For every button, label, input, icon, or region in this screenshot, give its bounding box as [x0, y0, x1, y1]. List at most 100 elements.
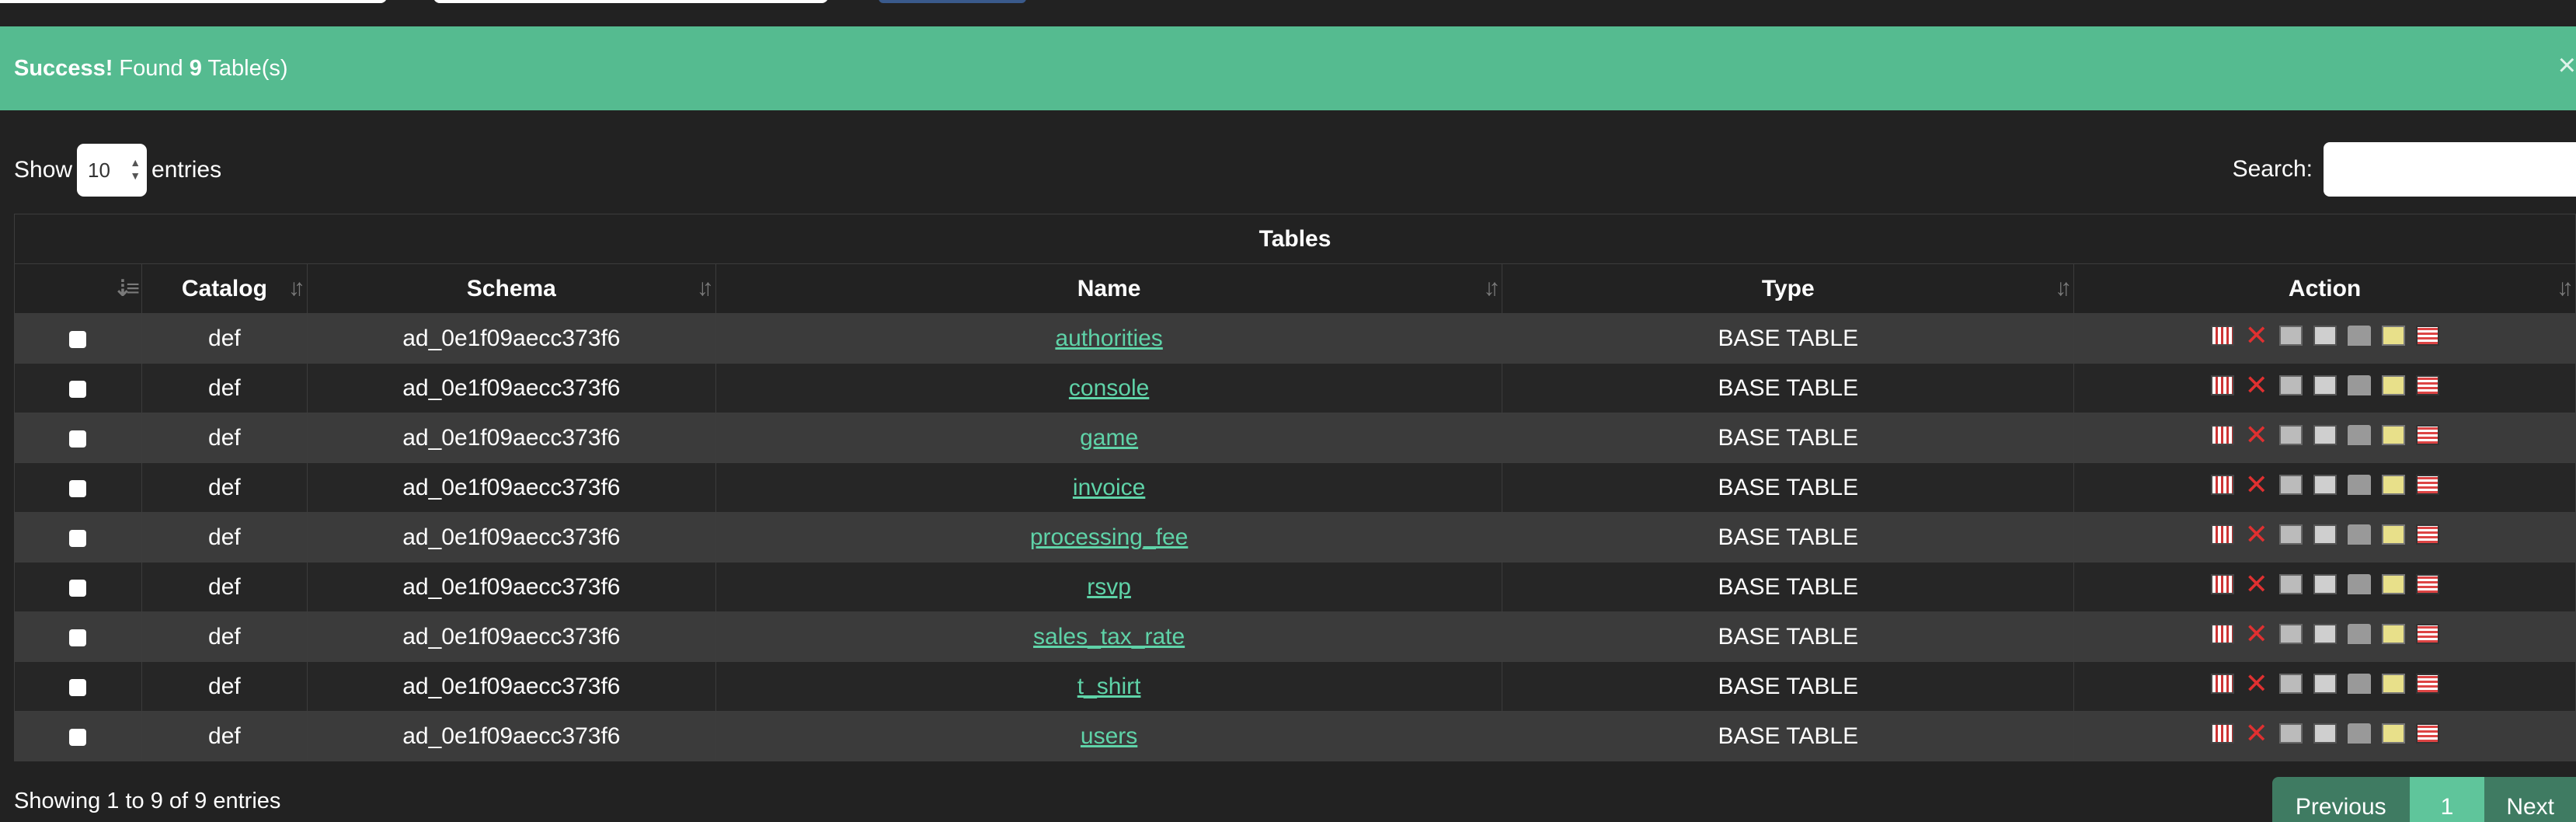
empty-icon[interactable]: [2381, 673, 2405, 694]
browse-icon[interactable]: [2210, 325, 2234, 346]
top-input-right[interactable]: [433, 0, 828, 3]
table-name-link[interactable]: sales_tax_rate: [1033, 624, 1185, 650]
previous-button[interactable]: Previous: [2271, 777, 2410, 822]
drop-icon[interactable]: ✕: [2245, 371, 2268, 399]
structure-icon[interactable]: [2278, 524, 2303, 545]
table-name-link[interactable]: processing_fee: [1030, 524, 1188, 550]
browse-icon[interactable]: [2210, 623, 2234, 644]
structure-icon[interactable]: [2278, 623, 2303, 644]
browse-icon[interactable]: [2210, 524, 2234, 545]
table-name-link[interactable]: users: [1081, 723, 1137, 749]
drop-icon[interactable]: ✕: [2245, 569, 2268, 597]
select-all-header[interactable]: ⇣≡: [14, 263, 142, 314]
empty-icon[interactable]: [2381, 424, 2405, 445]
header-type[interactable]: Type ↓↑: [1502, 263, 2075, 314]
row-checkbox[interactable]: [69, 380, 87, 398]
insert-icon[interactable]: [2347, 474, 2371, 495]
insert-icon[interactable]: [2347, 424, 2371, 445]
table-name-link[interactable]: rsvp: [1087, 574, 1131, 600]
drop-icon[interactable]: ✕: [2245, 520, 2268, 548]
close-icon[interactable]: ×: [2558, 50, 2576, 81]
sort-icon[interactable]: ↓↑: [288, 275, 305, 301]
insert-icon[interactable]: [2347, 325, 2371, 346]
export-icon[interactable]: [2415, 623, 2439, 644]
export-icon[interactable]: [2415, 673, 2439, 694]
empty-icon[interactable]: [2381, 474, 2405, 495]
row-checkbox[interactable]: [69, 430, 87, 448]
browse-icon[interactable]: [2210, 374, 2234, 395]
table-name-link[interactable]: t_shirt: [1077, 674, 1141, 699]
search-icon[interactable]: [2313, 374, 2337, 395]
search-icon[interactable]: [2313, 474, 2337, 495]
insert-icon[interactable]: [2347, 524, 2371, 545]
drop-icon[interactable]: ✕: [2245, 619, 2268, 647]
sort-icon[interactable]: ⇣≡: [113, 275, 140, 302]
sort-icon[interactable]: ↓↑: [697, 275, 714, 301]
structure-icon[interactable]: [2278, 474, 2303, 495]
header-name[interactable]: Name ↓↑: [715, 263, 1503, 314]
browse-icon[interactable]: [2210, 424, 2234, 445]
top-input-left[interactable]: [0, 0, 387, 3]
drop-icon[interactable]: ✕: [2245, 470, 2268, 498]
drop-icon[interactable]: ✕: [2245, 321, 2268, 349]
search-icon[interactable]: [2313, 623, 2337, 644]
insert-icon[interactable]: [2347, 673, 2371, 694]
browse-icon[interactable]: [2210, 573, 2234, 594]
structure-icon[interactable]: [2278, 723, 2303, 744]
search-icon[interactable]: [2313, 524, 2337, 545]
search-icon[interactable]: [2313, 673, 2337, 694]
search-input[interactable]: [2324, 142, 2576, 197]
row-checkbox[interactable]: [69, 678, 87, 696]
row-checkbox[interactable]: [69, 728, 87, 746]
header-catalog[interactable]: Catalog ↓↑: [141, 263, 308, 314]
table-name-link[interactable]: invoice: [1073, 475, 1145, 500]
sort-icon[interactable]: ↓↑: [1483, 275, 1500, 301]
structure-icon[interactable]: [2278, 374, 2303, 395]
entries-select[interactable]: 10 ▲ ▼: [77, 144, 148, 197]
insert-icon[interactable]: [2347, 374, 2371, 395]
empty-icon[interactable]: [2381, 325, 2405, 346]
header-schema[interactable]: Schema ↓↑: [306, 263, 716, 314]
sort-icon[interactable]: ↓↑: [2557, 275, 2574, 301]
row-checkbox[interactable]: [69, 529, 87, 547]
export-icon[interactable]: [2415, 325, 2439, 346]
header-action[interactable]: Action ↓↑: [2073, 263, 2576, 314]
browse-icon[interactable]: [2210, 474, 2234, 495]
page-button[interactable]: 1: [2409, 777, 2485, 822]
export-icon[interactable]: [2415, 424, 2439, 445]
table-name-link[interactable]: game: [1080, 425, 1138, 451]
structure-icon[interactable]: [2278, 424, 2303, 445]
row-checkbox[interactable]: [69, 330, 87, 348]
row-checkbox[interactable]: [69, 579, 87, 597]
empty-icon[interactable]: [2381, 374, 2405, 395]
empty-icon[interactable]: [2381, 524, 2405, 545]
row-checkbox[interactable]: [69, 479, 87, 497]
structure-icon[interactable]: [2278, 673, 2303, 694]
export-icon[interactable]: [2415, 524, 2439, 545]
export-icon[interactable]: [2415, 474, 2439, 495]
browse-icon[interactable]: [2210, 723, 2234, 744]
empty-icon[interactable]: [2381, 723, 2405, 744]
search-icon[interactable]: [2313, 424, 2337, 445]
structure-icon[interactable]: [2278, 325, 2303, 346]
insert-icon[interactable]: [2347, 723, 2371, 744]
drop-icon[interactable]: ✕: [2245, 420, 2268, 448]
export-icon[interactable]: [2415, 374, 2439, 395]
search-icon[interactable]: [2313, 723, 2337, 744]
insert-icon[interactable]: [2347, 623, 2371, 644]
drop-icon[interactable]: ✕: [2245, 669, 2268, 697]
search-icon[interactable]: [2313, 573, 2337, 594]
next-button[interactable]: Next: [2484, 777, 2576, 822]
table-name-link[interactable]: authorities: [1055, 326, 1162, 351]
row-checkbox[interactable]: [69, 629, 87, 646]
table-name-link[interactable]: console: [1069, 375, 1149, 401]
browse-icon[interactable]: [2210, 673, 2234, 694]
search-icon[interactable]: [2313, 325, 2337, 346]
top-button[interactable]: [879, 0, 1026, 3]
empty-icon[interactable]: [2381, 573, 2405, 594]
structure-icon[interactable]: [2278, 573, 2303, 594]
insert-icon[interactable]: [2347, 573, 2371, 594]
sort-icon[interactable]: ↓↑: [2055, 275, 2072, 301]
export-icon[interactable]: [2415, 723, 2439, 744]
empty-icon[interactable]: [2381, 623, 2405, 644]
